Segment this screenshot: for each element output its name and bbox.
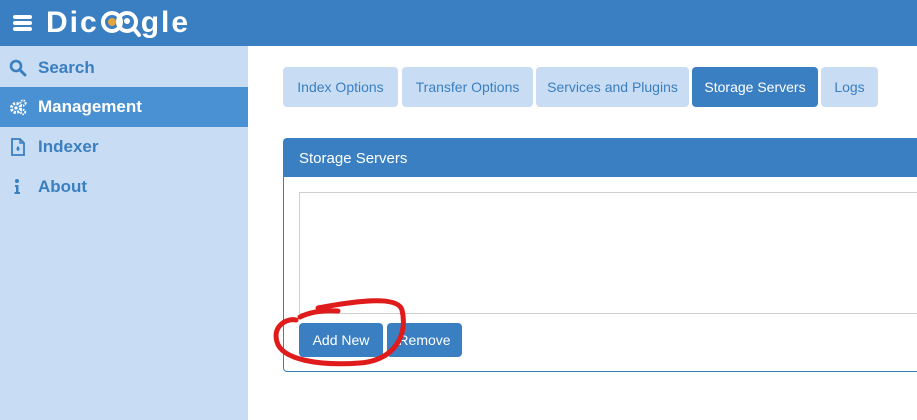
sidebar: Search Management Indexer About — [0, 46, 248, 420]
sidebar-item-about[interactable]: About — [0, 167, 248, 207]
storage-servers-panel: Storage Servers Add New Remove — [283, 138, 917, 372]
tab-storage-servers[interactable]: Storage Servers — [692, 67, 818, 107]
panel-title: Storage Servers — [284, 139, 917, 177]
app-logo[interactable]: Dic gle — [46, 3, 190, 43]
remove-button[interactable]: Remove — [387, 323, 462, 357]
gears-icon — [9, 98, 27, 116]
sidebar-item-indexer[interactable]: Indexer — [0, 127, 248, 167]
tab-services-and-plugins[interactable]: Services and Plugins — [536, 67, 689, 107]
logo-magnifier-icon — [100, 5, 141, 41]
storage-servers-list[interactable] — [299, 192, 917, 314]
sidebar-item-label: About — [38, 177, 88, 196]
logo-text-left: Dic — [46, 6, 99, 39]
sidebar-item-search[interactable]: Search — [0, 48, 248, 88]
tab-logs[interactable]: Logs — [821, 67, 878, 107]
top-bar: Dic gle — [0, 0, 917, 46]
info-icon — [9, 178, 27, 196]
file-icon — [9, 138, 27, 156]
menu-icon[interactable] — [13, 15, 32, 31]
add-new-button[interactable]: Add New — [299, 323, 383, 357]
search-icon — [9, 59, 27, 77]
logo-text-right: gle — [140, 6, 191, 39]
tab-index-options[interactable]: Index Options — [283, 67, 398, 107]
tab-transfer-options[interactable]: Transfer Options — [402, 67, 533, 107]
sidebar-item-label: Management — [38, 97, 142, 116]
sidebar-item-management[interactable]: Management — [0, 87, 248, 127]
sidebar-item-label: Indexer — [38, 137, 99, 156]
sidebar-item-label: Search — [38, 58, 95, 77]
